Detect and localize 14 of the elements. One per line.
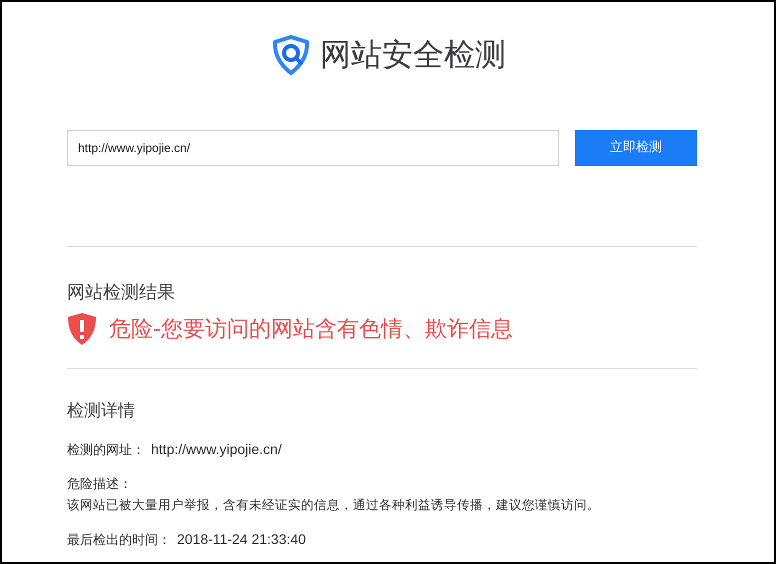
section-heading: 网站检测结果 — [67, 281, 176, 305]
url-field[interactable]: http://www.yipojie.cn/ — [67, 130, 559, 166]
detail-value: 该网站已被大量用户举报，含有未经证实的信息，通过各种利益诱导传播，建议您谨慎访问。 — [67, 496, 600, 514]
result-message: 危险-您要访问的网站含有色情、欺诈信息 — [109, 316, 513, 344]
section-heading: 检测详情 — [67, 400, 136, 423]
detail-label: 最后检出的时间： — [67, 532, 171, 550]
detail-value: http://www.yipojie.cn/ — [151, 440, 282, 458]
detail-value: 2018-11-24 21:33:40 — [177, 530, 306, 548]
shield-search-icon — [270, 34, 312, 76]
warning-shield-icon — [67, 312, 97, 346]
check-button[interactable]: 立即检测 — [575, 130, 697, 166]
detail-label: 检测的网址： — [67, 442, 145, 460]
detail-label: 危险描述： — [67, 476, 132, 494]
page-title: 网站安全检测 — [320, 40, 506, 70]
